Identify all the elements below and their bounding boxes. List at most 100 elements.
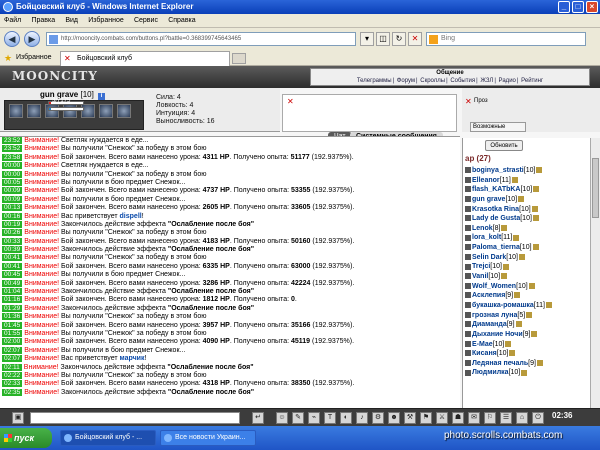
user-name[interactable]: flash_KATbKA — [472, 186, 520, 193]
chat-time[interactable]: 00:19 — [2, 220, 23, 228]
user-info-icon[interactable] — [501, 273, 508, 280]
user-name[interactable]: boginya_strasti — [472, 167, 524, 174]
tool-button-7[interactable]: ☰ — [500, 412, 512, 424]
chat-time[interactable]: 00:26 — [2, 229, 23, 237]
favorites-button[interactable]: Избранное — [4, 52, 51, 64]
equip-slot-7[interactable] — [117, 104, 131, 118]
menu-help[interactable]: Справка — [164, 14, 199, 28]
start-button[interactable]: пуск — [0, 428, 52, 448]
user-info-icon[interactable] — [502, 263, 509, 270]
chat-time[interactable]: 00:41 — [2, 262, 23, 270]
chat-time[interactable]: 02:00 — [2, 338, 23, 346]
chat-time[interactable]: 23:52 — [2, 145, 23, 153]
chat-time[interactable]: 00:00 — [2, 170, 23, 178]
chat-time[interactable]: 00:13 — [2, 204, 23, 212]
music-button[interactable]: ♪ — [356, 412, 368, 424]
online-user[interactable]: Selin Dark[10] — [465, 253, 585, 263]
user-name[interactable]: Диаманда — [472, 321, 507, 328]
online-user[interactable]: Trejci[10] — [465, 262, 585, 272]
user-name[interactable]: Дыхание Ночи — [472, 331, 523, 338]
online-scrollbar[interactable] — [590, 138, 600, 408]
chat-time[interactable]: 02:35 — [2, 388, 23, 396]
link-telegrams[interactable]: Телеграммы — [357, 78, 392, 84]
right-frame-close-icon[interactable]: ✕ — [465, 97, 472, 106]
frame-close-icon[interactable]: ✕ — [287, 97, 294, 106]
user-info-icon[interactable] — [532, 215, 539, 222]
user-name[interactable]: Trejci — [472, 263, 490, 270]
translit-button[interactable]: T — [324, 412, 336, 424]
tab-fight-club[interactable]: ✕ Бойцовский клуб — [60, 51, 230, 66]
user-name[interactable]: Paloma_tierna — [472, 244, 520, 251]
chat-blue[interactable]: dispell — [120, 213, 142, 220]
tool-button-8[interactable]: ⌂ — [516, 412, 528, 424]
user-name[interactable]: Lady de Gusta — [472, 215, 520, 222]
chat-time[interactable]: 01:36 — [2, 313, 23, 321]
link-forum[interactable]: Форум — [397, 78, 415, 84]
menu-favorites[interactable]: Избранное — [84, 14, 127, 28]
chat-time[interactable]: 00:09 — [2, 195, 23, 203]
stop-button[interactable]: ✕ — [408, 32, 422, 46]
chat-blue[interactable]: марчик — [120, 355, 145, 362]
user-name[interactable]: Lenok — [472, 225, 493, 232]
link-rating[interactable]: Рейтинг — [521, 78, 543, 84]
user-info-icon[interactable] — [509, 350, 516, 357]
face-button[interactable]: ☻ — [388, 412, 400, 424]
link-events[interactable]: События — [450, 78, 475, 84]
tool-button-6[interactable]: ⚐ — [484, 412, 496, 424]
user-info-icon[interactable] — [545, 302, 552, 309]
user-name[interactable]: Е-Мае — [472, 341, 493, 348]
user-info-icon[interactable] — [515, 321, 522, 328]
user-info-icon[interactable] — [532, 244, 539, 251]
scroll-thumb[interactable] — [592, 158, 599, 218]
online-user[interactable]: Асклепия[9] — [465, 291, 585, 301]
settings-button[interactable]: ⚙ — [372, 412, 384, 424]
chat-time[interactable]: 01:16 — [2, 296, 23, 304]
user-name[interactable]: Elleanor — [472, 177, 500, 184]
tool-button-3[interactable]: ⚔ — [436, 412, 448, 424]
minimize-button[interactable]: _ — [558, 1, 570, 13]
chat-time[interactable]: 00:00 — [2, 162, 23, 170]
online-user[interactable]: букашка-ромашка[11] — [465, 301, 585, 311]
info-icon[interactable]: i — [98, 93, 106, 100]
chat-input[interactable] — [30, 412, 240, 424]
send-button[interactable]: ↵ — [252, 412, 264, 424]
close-button[interactable]: × — [586, 1, 598, 13]
exit-button[interactable]: ⏻ — [532, 412, 544, 424]
user-info-icon[interactable] — [536, 167, 543, 174]
chat-time[interactable]: 00:33 — [2, 237, 23, 245]
user-name[interactable]: Людмилка — [472, 369, 509, 376]
link-scrolls[interactable]: Скроллы — [420, 78, 445, 84]
chat-time[interactable]: 02:11 — [2, 363, 22, 371]
chat-time[interactable]: 01:04 — [2, 288, 23, 296]
smiley-button[interactable]: ☺ — [276, 412, 288, 424]
tool-button-4[interactable]: ☗ — [452, 412, 464, 424]
online-user[interactable]: грозная луна[5] — [465, 311, 585, 321]
user-info-icon[interactable] — [526, 311, 533, 318]
menu-edit[interactable]: Правка — [27, 14, 59, 28]
user-info-icon[interactable] — [518, 253, 525, 260]
chat-time[interactable]: 02:07 — [2, 346, 23, 354]
chat-time[interactable]: 01:29 — [2, 304, 23, 312]
link-radio[interactable]: Радио — [499, 78, 516, 84]
online-user[interactable]: Krasotka Rina[10] — [465, 205, 585, 215]
tool-button-1[interactable]: ⚒ — [404, 412, 416, 424]
chat-time[interactable]: 00:09 — [2, 187, 23, 195]
chat-time[interactable]: 01:55 — [2, 329, 23, 337]
user-info-icon[interactable] — [511, 176, 518, 183]
user-info-icon[interactable] — [505, 340, 512, 347]
online-user[interactable]: Кисаня[10] — [465, 349, 585, 359]
user-info-icon[interactable] — [531, 205, 538, 212]
online-user[interactable]: Е-Мае[10] — [465, 340, 585, 350]
online-user[interactable]: Людмилка[10] — [465, 368, 585, 378]
user-info-icon[interactable] — [518, 196, 525, 203]
online-user[interactable]: Дыхание Ночи[9] — [465, 330, 585, 340]
forward-button[interactable]: ▶ — [24, 31, 40, 47]
chat-time[interactable]: 00:39 — [2, 246, 23, 254]
new-tab-button[interactable] — [232, 53, 246, 64]
online-user[interactable]: Диаманда[9] — [465, 320, 585, 330]
task-fight-club[interactable]: Бойцовский клуб - ... — [60, 430, 156, 446]
online-user[interactable]: lora_kolt[11] — [465, 233, 585, 243]
chat-time[interactable]: 23:52 — [2, 137, 23, 144]
online-user[interactable]: Lady de Gusta[10] — [465, 214, 585, 224]
refresh-button[interactable]: ↻ — [392, 32, 406, 46]
